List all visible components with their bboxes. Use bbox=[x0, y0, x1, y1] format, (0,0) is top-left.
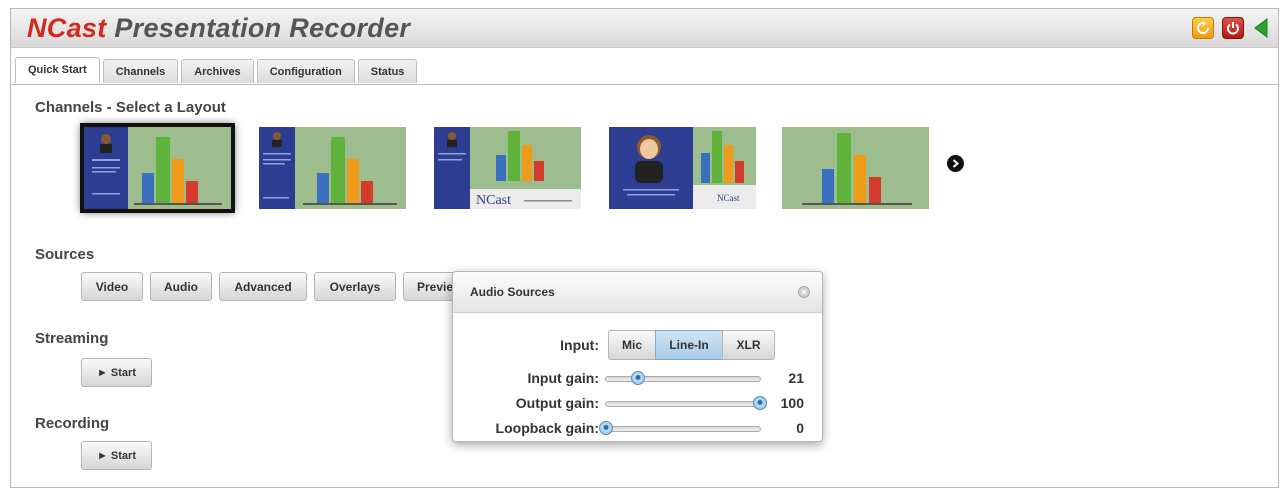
input-xlr-option[interactable]: XLR bbox=[722, 330, 775, 360]
input-gain-value: 21 bbox=[788, 370, 804, 386]
video-button[interactable]: Video bbox=[81, 272, 143, 301]
input-gain-slider-knob[interactable] bbox=[631, 371, 646, 385]
input-line-in-option[interactable]: Line-In bbox=[655, 330, 723, 360]
app-title: NCast Presentation Recorder bbox=[27, 13, 410, 44]
streaming-start-button[interactable]: ► Start bbox=[81, 358, 152, 387]
layout-thumbnail-5[interactable] bbox=[782, 127, 929, 209]
input-label: Input: bbox=[560, 337, 599, 353]
refresh-icon[interactable] bbox=[1192, 17, 1214, 39]
next-layouts-button[interactable] bbox=[947, 155, 964, 172]
chevron-right-icon bbox=[952, 159, 960, 168]
tab-divider bbox=[11, 84, 1278, 85]
app-title-brand: NCast bbox=[27, 13, 107, 43]
dialog-header: Audio Sources bbox=[453, 272, 822, 313]
tab-quick-start[interactable]: Quick Start bbox=[15, 57, 100, 83]
audio-button[interactable]: Audio bbox=[150, 272, 212, 301]
layout-thumbnail-4[interactable]: NCast bbox=[609, 127, 756, 209]
input-gain-slider[interactable] bbox=[605, 371, 761, 385]
loopback-gain-label: Loopback gain: bbox=[495, 420, 599, 436]
dialog-close-button[interactable] bbox=[798, 286, 810, 298]
loopback-gain-slider[interactable] bbox=[599, 421, 761, 435]
streaming-heading: Streaming bbox=[35, 330, 109, 347]
output-gain-label: Output gain: bbox=[515, 395, 599, 411]
overlays-button[interactable]: Overlays bbox=[314, 272, 396, 301]
layout-thumbnail-2[interactable] bbox=[259, 127, 406, 209]
tab-channels[interactable]: Channels bbox=[102, 59, 179, 83]
advanced-button[interactable]: Advanced bbox=[219, 272, 307, 301]
title-bar: NCast Presentation Recorder bbox=[11, 9, 1278, 48]
layout-thumbnail-3[interactable]: NCast bbox=[434, 127, 581, 209]
output-gain-slider[interactable] bbox=[605, 396, 767, 410]
audio-sources-dialog: Audio Sources Input: Mic Line-In XLR Inp… bbox=[452, 271, 823, 442]
layout-3-logo: NCast bbox=[476, 193, 511, 208]
loopback-gain-value: 0 bbox=[796, 420, 804, 436]
back-arrow-icon[interactable] bbox=[1252, 17, 1270, 39]
input-gain-label: Input gain: bbox=[527, 370, 599, 386]
layout-thumbnail-1[interactable] bbox=[80, 123, 235, 213]
channels-heading: Channels - Select a Layout bbox=[35, 99, 226, 116]
power-icon[interactable] bbox=[1222, 17, 1244, 39]
output-gain-value: 100 bbox=[780, 395, 804, 411]
main-tabs: Quick Start Channels Archives Configurat… bbox=[15, 57, 418, 83]
tab-archives[interactable]: Archives bbox=[181, 59, 254, 83]
dialog-title: Audio Sources bbox=[470, 285, 555, 299]
tab-configuration[interactable]: Configuration bbox=[256, 59, 355, 83]
app-title-text: Presentation Recorder bbox=[106, 13, 411, 43]
tab-status[interactable]: Status bbox=[357, 59, 418, 83]
loopback-gain-slider-knob[interactable] bbox=[599, 421, 613, 435]
layout-4-logo: NCast bbox=[717, 193, 740, 203]
input-mic-option[interactable]: Mic bbox=[608, 330, 656, 360]
header-icons bbox=[1192, 17, 1270, 39]
close-icon bbox=[801, 289, 807, 295]
output-gain-slider-knob[interactable] bbox=[753, 396, 767, 410]
recording-heading: Recording bbox=[35, 415, 110, 432]
recording-start-button[interactable]: ► Start bbox=[81, 441, 152, 470]
sources-heading: Sources bbox=[35, 246, 95, 263]
